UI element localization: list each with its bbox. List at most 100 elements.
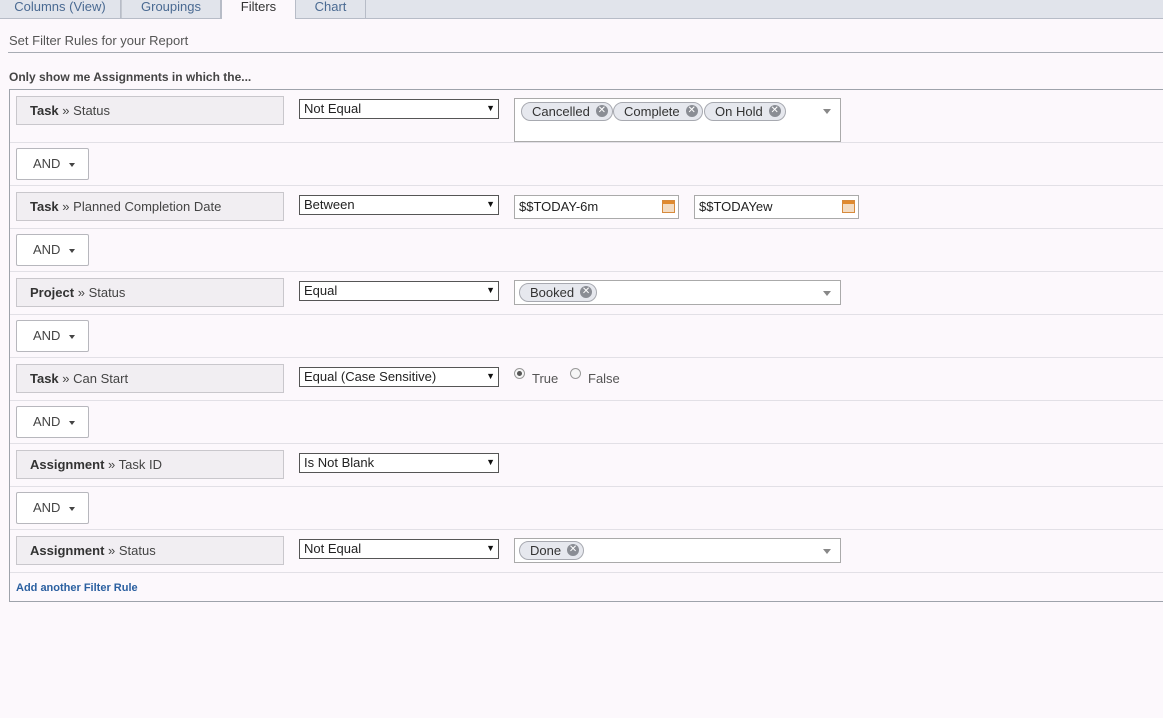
rule-field: Status: [73, 103, 111, 118]
value-chip: Cancelled ✕: [521, 102, 613, 121]
rule-operator-select[interactable]: Equal (Case Sensitive) ▼: [299, 367, 499, 387]
chevron-down-icon[interactable]: [823, 549, 831, 554]
chevron-down-icon[interactable]: [823, 291, 831, 296]
report-tabs: Columns (View) Groupings Filters Chart: [0, 0, 1163, 19]
rule-object: Assignment: [30, 457, 105, 472]
rule-operator-select[interactable]: Is Not Blank ▼: [299, 453, 499, 473]
and-connector-button[interactable]: AND: [16, 406, 89, 438]
tab-columns-view[interactable]: Columns (View): [0, 0, 121, 18]
rule-value-multiselect[interactable]: Done ✕: [514, 538, 841, 563]
date-value: $$TODAYew: [699, 199, 773, 214]
rule-field-task-can-start[interactable]: Task » Can Start: [16, 364, 284, 393]
rule-operator-select[interactable]: Equal ▼: [299, 281, 499, 301]
row-divider: [10, 529, 1163, 530]
remove-chip-icon[interactable]: ✕: [580, 286, 593, 298]
row-divider: [10, 185, 1163, 186]
separator: »: [108, 457, 116, 472]
dropdown-arrow-icon: ▼: [486, 103, 495, 113]
connector-label: AND: [33, 242, 61, 257]
and-connector-button[interactable]: AND: [16, 320, 89, 352]
date-to-input[interactable]: $$TODAYew: [694, 195, 859, 219]
rule-field: Task ID: [118, 457, 162, 472]
operator-value: Not Equal: [304, 541, 362, 556]
value-chip: Complete ✕: [613, 102, 703, 121]
row-divider: [10, 271, 1163, 272]
row-divider: [10, 357, 1163, 358]
rule-object: Task: [30, 103, 59, 118]
rule-object: Task: [30, 371, 59, 386]
separator: »: [62, 103, 70, 118]
caret-down-icon: [69, 163, 75, 167]
dropdown-arrow-icon: ▼: [486, 457, 495, 467]
rule-operator-select[interactable]: Between ▼: [299, 195, 499, 215]
row-divider: [10, 142, 1163, 143]
row-divider: [10, 400, 1163, 401]
section-divider: [8, 52, 1163, 53]
operator-value: Not Equal: [304, 101, 362, 116]
radio-false[interactable]: [570, 368, 581, 379]
rule-field-task-status[interactable]: Task » Status: [16, 96, 284, 125]
chip-label: Booked: [530, 285, 575, 300]
and-connector-button[interactable]: AND: [16, 234, 89, 266]
rule-field: Status: [88, 285, 126, 300]
row-divider: [10, 443, 1163, 444]
and-connector-button[interactable]: AND: [16, 492, 89, 524]
connector-label: AND: [33, 500, 61, 515]
date-from-input[interactable]: $$TODAY-6m: [514, 195, 679, 219]
filter-rules-panel: [9, 89, 1163, 602]
chip-label: Cancelled: [532, 104, 590, 119]
section-title: Set Filter Rules for your Report: [9, 33, 189, 48]
radio-false-label: False: [588, 371, 620, 386]
connector-label: AND: [33, 414, 61, 429]
tab-chart[interactable]: Chart: [296, 0, 366, 18]
and-connector-button[interactable]: AND: [16, 148, 89, 180]
caret-down-icon: [69, 249, 75, 253]
rule-field-planned-completion-date[interactable]: Task » Planned Completion Date: [16, 192, 284, 221]
row-divider: [10, 486, 1163, 487]
rule-field-project-status[interactable]: Project » Status: [16, 278, 284, 307]
filter-intro: Only show me Assignments in which the...: [9, 70, 252, 84]
chip-label: Done: [530, 543, 562, 558]
operator-value: Is Not Blank: [304, 455, 375, 470]
rule-field-assignment-status[interactable]: Assignment » Status: [16, 536, 284, 565]
chevron-down-icon[interactable]: [823, 109, 831, 114]
value-chip: Done ✕: [519, 541, 585, 560]
operator-value: Equal (Case Sensitive): [304, 369, 437, 384]
remove-chip-icon[interactable]: ✕: [685, 105, 698, 117]
rule-object: Task: [30, 199, 59, 214]
remove-chip-icon[interactable]: ✕: [595, 105, 608, 117]
separator: »: [108, 543, 116, 558]
tab-groupings[interactable]: Groupings: [121, 0, 221, 18]
separator: »: [62, 371, 70, 386]
separator: »: [62, 199, 70, 214]
dropdown-arrow-icon: ▼: [486, 285, 495, 295]
chip-label: On Hold: [715, 104, 763, 119]
date-value: $$TODAY-6m: [519, 199, 599, 214]
rule-operator-select[interactable]: Not Equal ▼: [299, 539, 499, 559]
radio-true[interactable]: [514, 368, 525, 379]
add-filter-rule-link[interactable]: Add another Filter Rule: [16, 582, 138, 594]
connector-label: AND: [33, 328, 61, 343]
row-divider: [10, 572, 1163, 573]
radio-true-label: True: [532, 371, 559, 386]
dropdown-arrow-icon: ▼: [486, 371, 495, 381]
remove-chip-icon[interactable]: ✕: [567, 544, 580, 556]
value-chip: On Hold ✕: [704, 102, 786, 121]
calendar-icon[interactable]: [842, 200, 855, 213]
separator: »: [77, 285, 85, 300]
rule-value-multiselect[interactable]: Cancelled ✕ Complete ✕ On Hold ✕: [514, 98, 841, 142]
row-divider: [10, 228, 1163, 229]
remove-chip-icon[interactable]: ✕: [768, 105, 781, 117]
rule-field-assignment-task-id[interactable]: Assignment » Task ID: [16, 450, 284, 479]
rule-value-multiselect[interactable]: Booked ✕: [514, 280, 841, 305]
dropdown-arrow-icon: ▼: [486, 543, 495, 553]
calendar-icon[interactable]: [662, 200, 675, 213]
row-divider: [10, 314, 1163, 315]
tab-filters[interactable]: Filters: [221, 0, 296, 19]
caret-down-icon: [69, 421, 75, 425]
operator-value: Between: [304, 197, 355, 212]
operator-value: Equal: [304, 283, 338, 298]
rule-operator-select[interactable]: Not Equal ▼: [299, 99, 499, 119]
value-chip: Booked ✕: [519, 283, 598, 302]
rule-field: Can Start: [73, 371, 129, 386]
